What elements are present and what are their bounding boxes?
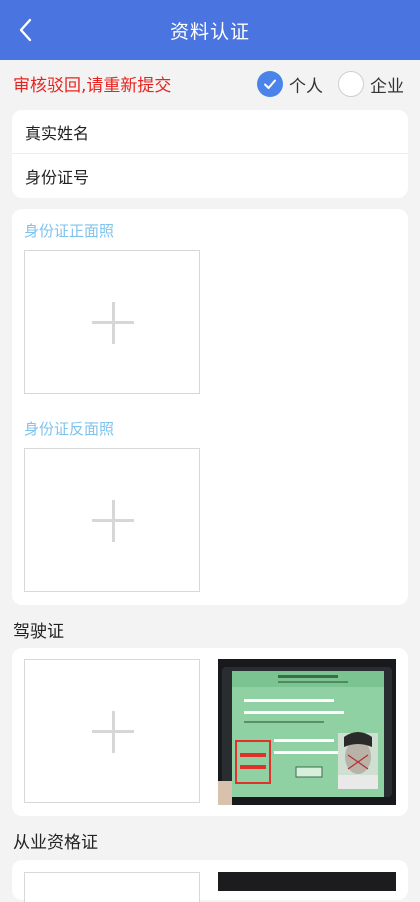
chevron-left-icon <box>19 18 32 42</box>
type-option-label: 个人 <box>289 76 323 97</box>
type-option-personal[interactable]: 个人 <box>257 70 323 98</box>
radio-empty-icon <box>338 71 364 97</box>
driver-license-upload[interactable] <box>24 659 200 803</box>
id-back-label: 身份证反面照 <box>24 420 115 438</box>
reject-message: 审核驳回,请重新提交 <box>13 76 172 96</box>
info-form-card: 真实姓名 身份证号 <box>12 110 408 198</box>
header-bar: 资料认证 <box>0 0 420 60</box>
qualification-title: 从业资格证 <box>13 833 98 853</box>
type-option-label: 企业 <box>370 76 404 97</box>
id-number-field[interactable]: 身份证号 <box>12 154 408 198</box>
license-photo-image <box>218 659 396 805</box>
driver-license-title: 驾驶证 <box>13 622 64 642</box>
id-front-upload[interactable] <box>24 250 200 394</box>
check-icon <box>257 71 283 97</box>
real-name-field[interactable]: 真实姓名 <box>12 110 408 154</box>
page-title: 资料认证 <box>169 20 250 43</box>
field-label: 真实姓名 <box>25 123 90 143</box>
status-row: 审核驳回,请重新提交 个人 企业 <box>0 60 420 108</box>
id-back-upload[interactable] <box>24 448 200 592</box>
id-front-label: 身份证正面照 <box>24 222 115 240</box>
back-button[interactable] <box>10 14 42 46</box>
type-option-enterprise[interactable]: 企业 <box>338 70 404 98</box>
qualification-photo[interactable] <box>218 872 396 891</box>
qualification-upload[interactable] <box>24 872 200 902</box>
field-label: 身份证号 <box>25 168 90 187</box>
id-card-photo-card: 身份证正面照 身份证反面照 <box>12 209 408 605</box>
driver-license-photo[interactable] <box>218 659 396 805</box>
